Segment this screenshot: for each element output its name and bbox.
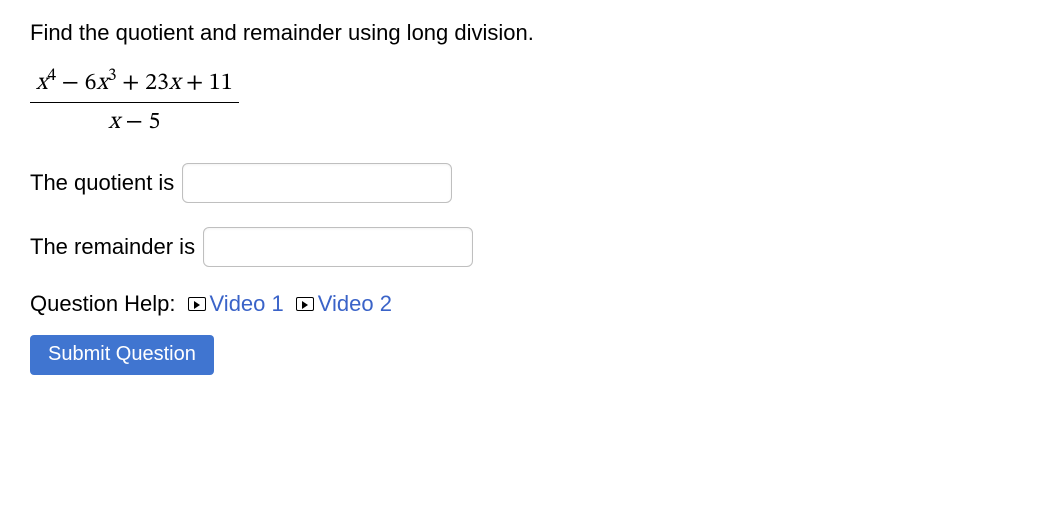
quotient-input[interactable] (182, 163, 452, 203)
remainder-input[interactable] (203, 227, 473, 267)
question-instruction: Find the quotient and remainder using lo… (30, 20, 1014, 46)
question-help-row: Question Help: Video 1 Video 2 (30, 291, 1014, 317)
submit-question-button[interactable]: Submit Question (30, 335, 214, 375)
remainder-row: The remainder is (30, 227, 1014, 267)
play-icon (296, 297, 314, 311)
remainder-label: The remainder is (30, 234, 195, 260)
video-link-1-label: Video 1 (210, 291, 284, 317)
video-link-2[interactable]: Video 2 (296, 291, 392, 317)
fraction-numerator: x4 − 6x3 + 23x + 11 (30, 68, 239, 103)
quotient-label: The quotient is (30, 170, 174, 196)
quotient-row: The quotient is (30, 163, 1014, 203)
video-link-1[interactable]: Video 1 (188, 291, 284, 317)
fraction-denominator: x − 5 (30, 103, 239, 137)
math-fraction: x4 − 6x3 + 23x + 11 x − 5 (30, 68, 239, 137)
question-help-label: Question Help: (30, 291, 176, 317)
video-link-2-label: Video 2 (318, 291, 392, 317)
play-icon (188, 297, 206, 311)
